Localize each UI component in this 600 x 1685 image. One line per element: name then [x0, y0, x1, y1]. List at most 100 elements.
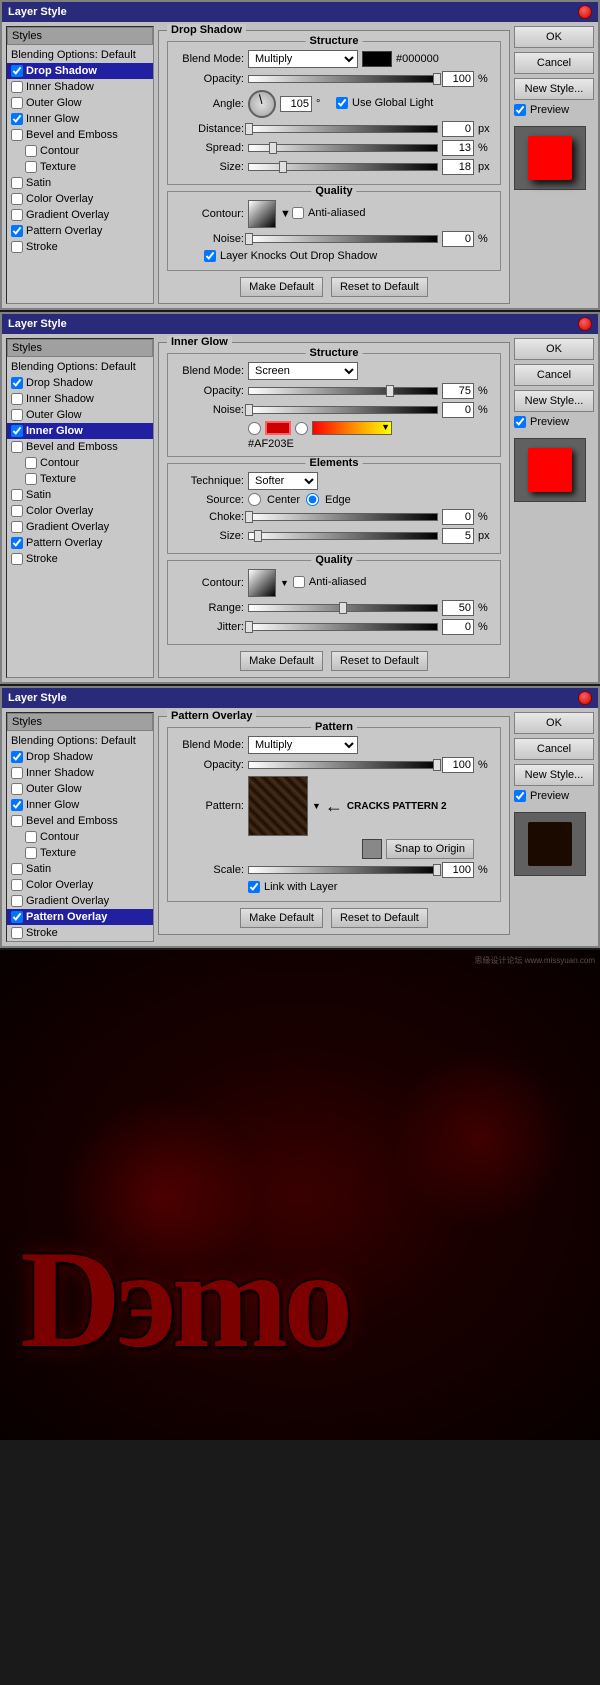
checkbox-contour-3[interactable]	[25, 831, 37, 843]
opacity-slider-1[interactable]	[248, 75, 438, 83]
radio-edge-2[interactable]	[306, 493, 319, 506]
checkbox-outer-glow-3[interactable]	[11, 783, 23, 795]
contour-preview-1[interactable]	[248, 200, 276, 228]
sidebar-item-gradient-overlay-3[interactable]: Gradient Overlay	[7, 893, 153, 909]
scale-value-3[interactable]: 100	[442, 862, 474, 878]
sidebar-item-outer-glow-1[interactable]: Outer Glow	[7, 95, 153, 111]
checkbox-drop-shadow-1[interactable]	[11, 65, 23, 77]
sidebar-item-drop-shadow-2[interactable]: Drop Shadow	[7, 375, 153, 391]
make-default-btn-3[interactable]: Make Default	[240, 908, 323, 928]
gradient-swatch-2[interactable]: ▼	[312, 421, 392, 435]
sidebar-item-stroke-3[interactable]: Stroke	[7, 925, 153, 941]
checkbox-gradient-overlay-1[interactable]	[11, 209, 23, 221]
sidebar-item-drop-shadow-3[interactable]: Drop Shadow	[7, 749, 153, 765]
reset-default-btn-2[interactable]: Reset to Default	[331, 651, 428, 671]
checkbox-drop-shadow-3[interactable]	[11, 751, 23, 763]
sidebar-item-pattern-overlay-1[interactable]: Pattern Overlay	[7, 223, 153, 239]
checkbox-pattern-overlay-1[interactable]	[11, 225, 23, 237]
sidebar-item-bevel-3[interactable]: Bevel and Emboss	[7, 813, 153, 829]
ok-btn-3[interactable]: OK	[514, 712, 594, 734]
angle-dial-1[interactable]	[248, 90, 276, 118]
radio-color-2[interactable]	[248, 422, 261, 435]
checkbox-pattern-overlay-3[interactable]	[11, 911, 23, 923]
noise-slider-1[interactable]	[248, 235, 438, 243]
make-default-btn-2[interactable]: Make Default	[240, 651, 323, 671]
checkbox-outer-glow-2[interactable]	[11, 409, 23, 421]
sidebar-item-blending-1[interactable]: Blending Options: Default	[7, 47, 153, 63]
checkbox-contour-1[interactable]	[25, 145, 37, 157]
noise-value-2[interactable]: 0	[442, 402, 474, 418]
checkbox-pattern-overlay-2[interactable]	[11, 537, 23, 549]
make-default-btn-1[interactable]: Make Default	[240, 277, 323, 297]
anti-aliased-checkbox-2[interactable]	[293, 576, 305, 588]
sidebar-item-contour-3[interactable]: Contour	[7, 829, 153, 845]
checkbox-gradient-overlay-2[interactable]	[11, 521, 23, 533]
sidebar-item-contour-2[interactable]: Contour	[7, 455, 153, 471]
sidebar-item-bevel-1[interactable]: Bevel and Emboss	[7, 127, 153, 143]
pattern-arrow-3[interactable]: ←	[325, 796, 343, 817]
sidebar-item-bevel-2[interactable]: Bevel and Emboss	[7, 439, 153, 455]
checkbox-outer-glow-1[interactable]	[11, 97, 23, 109]
snap-icon-3[interactable]	[362, 839, 382, 859]
close-icon-1[interactable]	[578, 5, 592, 19]
close-icon-3[interactable]	[578, 691, 592, 705]
checkbox-stroke-3[interactable]	[11, 927, 23, 939]
close-icon-2[interactable]	[578, 317, 592, 331]
reset-default-btn-1[interactable]: Reset to Default	[331, 277, 428, 297]
checkbox-color-overlay-3[interactable]	[11, 879, 23, 891]
range-slider-2[interactable]	[248, 604, 438, 612]
new-style-btn-1[interactable]: New Style...	[514, 78, 594, 100]
sidebar-item-satin-3[interactable]: Satin	[7, 861, 153, 877]
ok-btn-2[interactable]: OK	[514, 338, 594, 360]
checkbox-bevel-3[interactable]	[11, 815, 23, 827]
opacity-value-1[interactable]: 100	[442, 71, 474, 87]
preview-checkbox-2[interactable]	[514, 416, 526, 428]
ok-btn-1[interactable]: OK	[514, 26, 594, 48]
sidebar-item-stroke-2[interactable]: Stroke	[7, 551, 153, 567]
global-light-checkbox-1[interactable]	[336, 97, 348, 109]
checkbox-drop-shadow-2[interactable]	[11, 377, 23, 389]
choke-value-2[interactable]: 0	[442, 509, 474, 525]
spread-value-1[interactable]: 13	[442, 140, 474, 156]
checkbox-texture-3[interactable]	[25, 847, 37, 859]
sidebar-item-pattern-overlay-3[interactable]: Pattern Overlay	[7, 909, 153, 925]
preview-checkbox-3[interactable]	[514, 790, 526, 802]
checkbox-inner-shadow-2[interactable]	[11, 393, 23, 405]
checkbox-inner-shadow-1[interactable]	[11, 81, 23, 93]
noise-value-1[interactable]: 0	[442, 231, 474, 247]
preview-checkbox-1[interactable]	[514, 104, 526, 116]
checkbox-inner-glow-2[interactable]	[11, 425, 23, 437]
checkbox-contour-2[interactable]	[25, 457, 37, 469]
sidebar-item-texture-1[interactable]: Texture	[7, 159, 153, 175]
noise-slider-2[interactable]	[248, 406, 438, 414]
sidebar-item-gradient-overlay-1[interactable]: Gradient Overlay	[7, 207, 153, 223]
sidebar-item-blending-3[interactable]: Blending Options: Default	[7, 733, 153, 749]
sidebar-item-satin-2[interactable]: Satin	[7, 487, 153, 503]
size-slider-2[interactable]	[248, 532, 438, 540]
pattern-swatch-3[interactable]	[248, 776, 308, 836]
reset-default-btn-3[interactable]: Reset to Default	[331, 908, 428, 928]
contour-preview-2[interactable]	[248, 569, 276, 597]
opacity-slider-3[interactable]	[248, 761, 438, 769]
checkbox-color-overlay-2[interactable]	[11, 505, 23, 517]
checkbox-bevel-2[interactable]	[11, 441, 23, 453]
cancel-btn-1[interactable]: Cancel	[514, 52, 594, 74]
sidebar-item-satin-1[interactable]: Satin	[7, 175, 153, 191]
size-slider-1[interactable]	[248, 163, 438, 171]
new-style-btn-2[interactable]: New Style...	[514, 390, 594, 412]
sidebar-item-inner-shadow-1[interactable]: Inner Shadow	[7, 79, 153, 95]
sidebar-item-inner-shadow-2[interactable]: Inner Shadow	[7, 391, 153, 407]
layer-knocks-checkbox-1[interactable]	[204, 250, 216, 262]
jitter-value-2[interactable]: 0	[442, 619, 474, 635]
checkbox-inner-shadow-3[interactable]	[11, 767, 23, 779]
distance-value-1[interactable]: 0	[442, 121, 474, 137]
technique-select-2[interactable]: Softer	[248, 472, 318, 490]
blend-mode-select-1[interactable]: Multiply	[248, 50, 358, 68]
scale-slider-3[interactable]	[248, 866, 438, 874]
sidebar-item-color-overlay-1[interactable]: Color Overlay	[7, 191, 153, 207]
opacity-slider-2[interactable]	[248, 387, 438, 395]
sidebar-item-blending-2[interactable]: Blending Options: Default	[7, 359, 153, 375]
choke-slider-2[interactable]	[248, 513, 438, 521]
checkbox-stroke-2[interactable]	[11, 553, 23, 565]
radio-gradient-2[interactable]	[295, 422, 308, 435]
